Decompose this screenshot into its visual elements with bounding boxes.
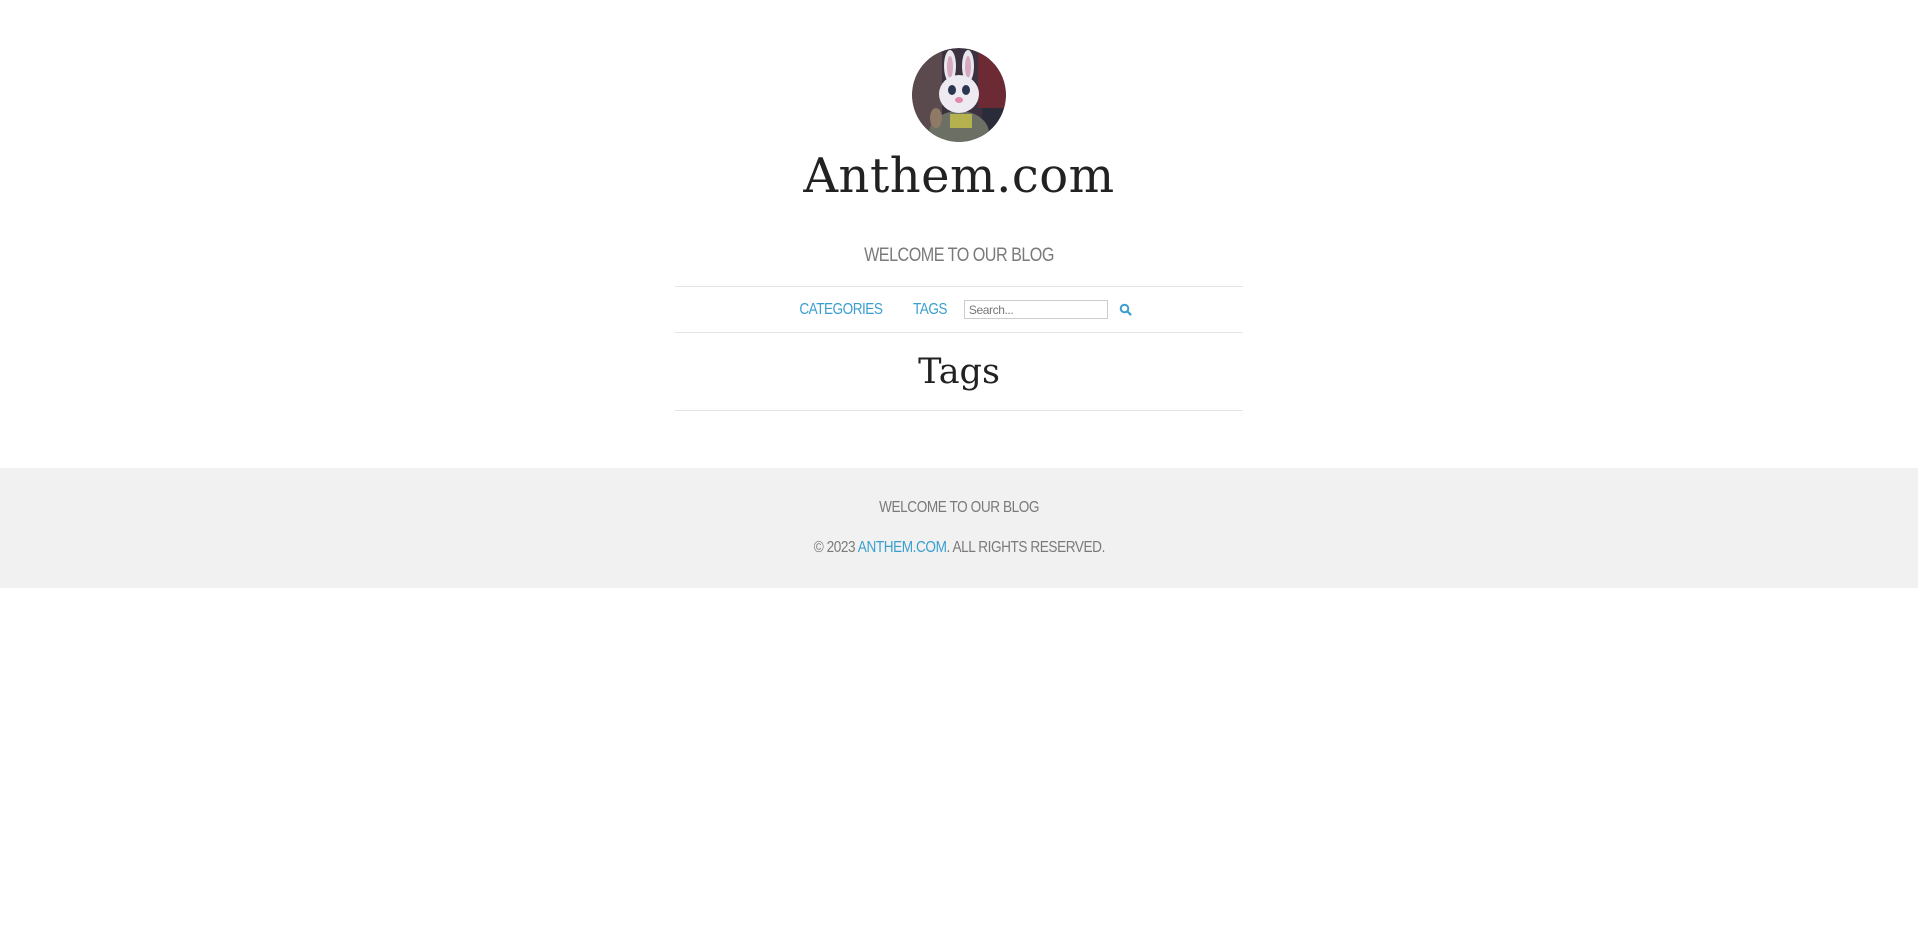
site-footer: WELCOME TO OUR BLOG © 2023 ANTHEM.COM. A… [0, 468, 1918, 588]
nav-item-tags[interactable]: TAGS [913, 301, 947, 319]
copyright-suffix: . ALL RIGHTS RESERVED. [946, 539, 1105, 556]
search-icon [1120, 303, 1132, 316]
footer-copyright: © 2023 ANTHEM.COM. ALL RIGHTS RESERVED. [813, 538, 1105, 558]
site-title[interactable]: Anthem.com [0, 148, 1918, 204]
footer-tagline: WELCOME TO OUR BLOG [879, 499, 1039, 516]
site-tagline: WELCOME TO OUR BLOG [864, 245, 1054, 266]
avatar[interactable] [912, 48, 1006, 142]
main-nav: CATEGORIES TAGS [675, 286, 1243, 333]
bunny-avatar-icon [912, 48, 1006, 142]
main-container: CATEGORIES TAGS Tags [675, 286, 1243, 411]
site-header: Anthem.com WELCOME TO OUR BLOG [0, 0, 1918, 268]
footer-site-link[interactable]: ANTHEM.COM [857, 539, 946, 556]
search-input[interactable] [963, 300, 1108, 319]
search-button[interactable] [1116, 300, 1136, 320]
page-title: Tags [675, 333, 1243, 411]
copyright-year: © 2023 [813, 539, 855, 556]
nav-item-categories[interactable]: CATEGORIES [799, 301, 883, 319]
